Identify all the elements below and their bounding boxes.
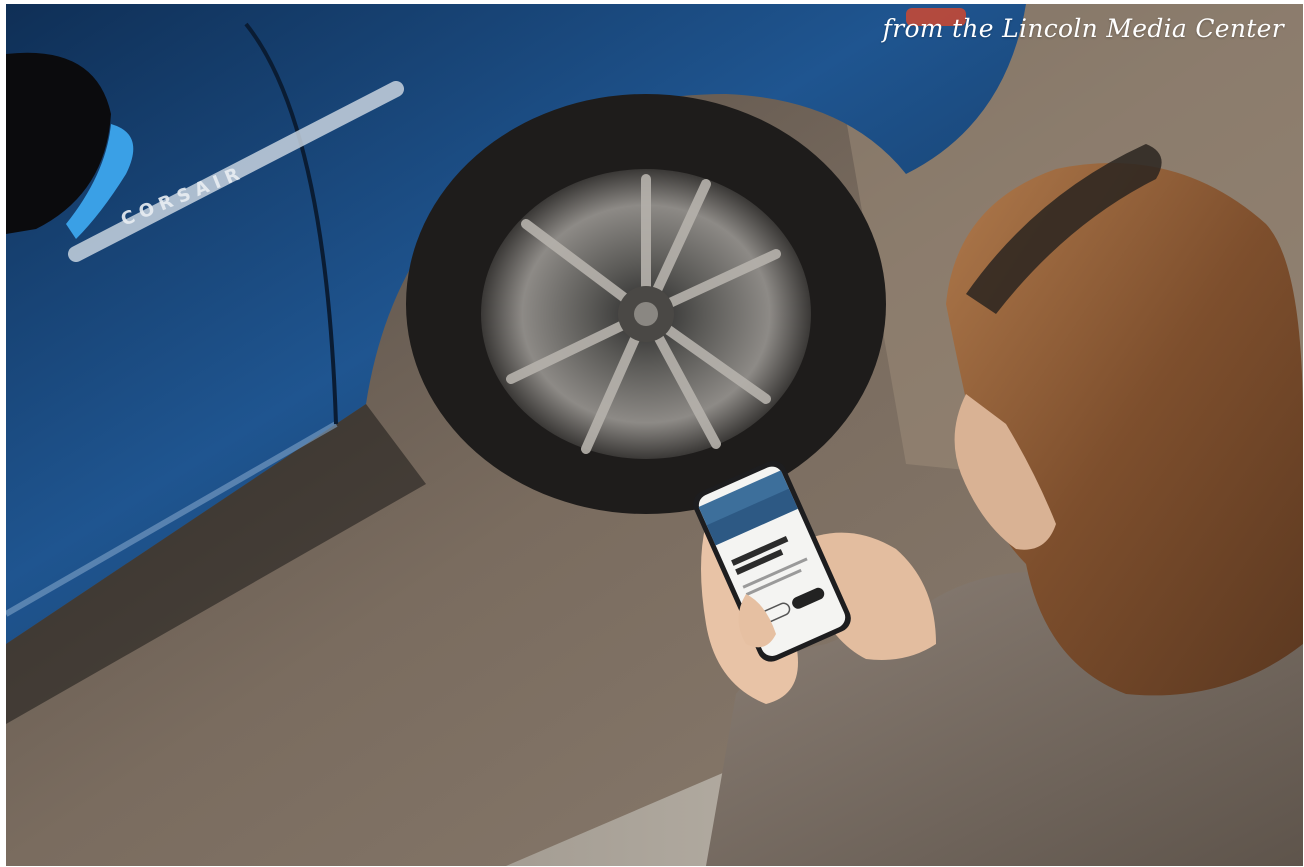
photo-illustration: CORSAIR: [6, 4, 1303, 866]
photo: CORSAIR: [6, 4, 1303, 866]
media-center-caption: from the Lincoln Media Center: [882, 14, 1284, 43]
wheel: [406, 94, 886, 514]
page-frame: CORSAIR from the Lincoln Media Center: [0, 0, 1304, 867]
